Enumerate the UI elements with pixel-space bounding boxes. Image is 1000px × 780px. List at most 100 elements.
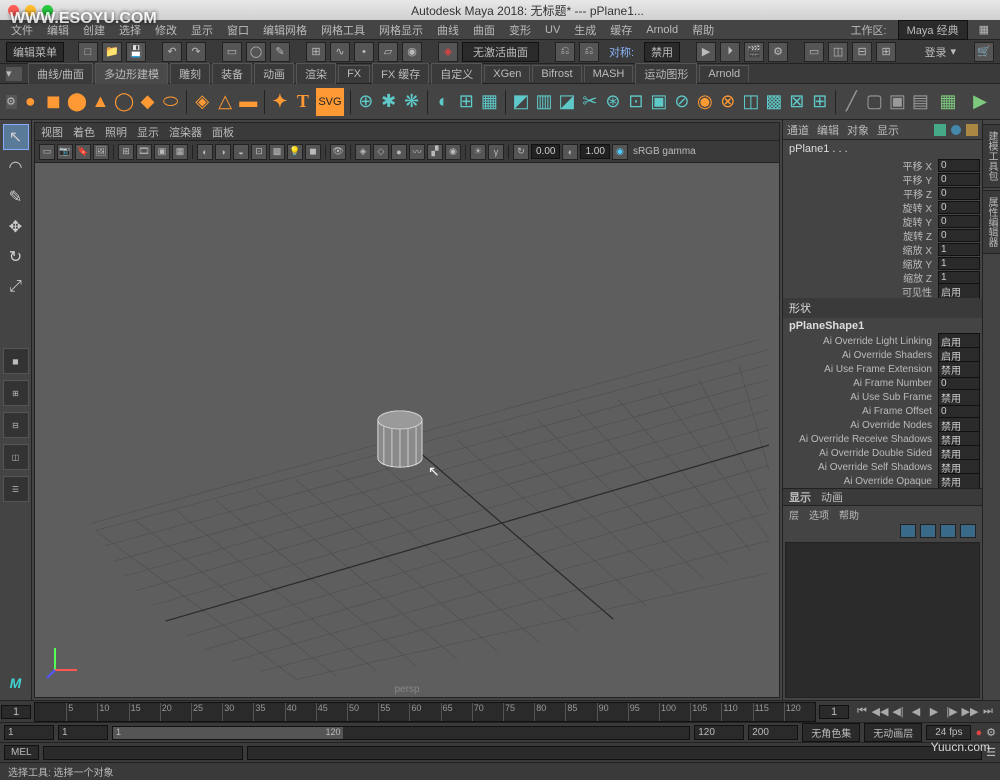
svg-tool-icon[interactable]: SVG	[316, 88, 343, 116]
current-frame-right[interactable]: 1	[819, 705, 849, 719]
bevel-icon[interactable]: ◪	[557, 88, 576, 116]
vp-contrast-icon[interactable]: ◐	[562, 144, 578, 160]
layer-btn4[interactable]	[960, 524, 976, 538]
ch-icon1[interactable]	[934, 124, 946, 136]
viewport[interactable]: ↖ persp	[35, 163, 779, 697]
menu-帮助[interactable]: 帮助	[687, 20, 719, 40]
attr-value[interactable]: 1	[938, 257, 980, 270]
menu-UV[interactable]: UV	[540, 22, 565, 38]
snap-grid-icon[interactable]: ⊞	[306, 42, 326, 62]
vp-cam-icon[interactable]: 📷	[57, 144, 73, 160]
history-icon[interactable]: ⎌	[555, 42, 575, 62]
poly-platonic-icon[interactable]: ◈	[193, 88, 212, 116]
shelf-tab-7[interactable]: FX 缓存	[372, 63, 429, 84]
shelf-tab-9[interactable]: XGen	[484, 65, 530, 82]
fps-select[interactable]: 24 fps	[926, 725, 971, 740]
select-mode-icon[interactable]: ▭	[222, 42, 242, 62]
layer-btn1[interactable]	[900, 524, 916, 538]
attr-value[interactable]: 禁用	[938, 389, 980, 406]
paint-tool[interactable]: ✎	[3, 184, 29, 210]
poly-type-icon[interactable]: ✦	[270, 88, 289, 116]
vp-texture-icon[interactable]: ▩	[269, 144, 285, 160]
snap-curve-icon[interactable]: ∿	[330, 42, 350, 62]
vtab-attr[interactable]: 属性编辑器	[982, 190, 1000, 254]
panel-layout4-icon[interactable]: ⊞	[876, 42, 896, 62]
live-surface-icon[interactable]: ◈	[438, 42, 458, 62]
range-end-outer[interactable]: 200	[748, 725, 798, 740]
vp-menu-面板[interactable]: 面板	[212, 124, 234, 140]
redo-icon[interactable]: ↷	[186, 42, 206, 62]
current-frame-left[interactable]: 1	[1, 705, 31, 719]
menu-网格显示[interactable]: 网格显示	[374, 20, 428, 40]
multicut-icon[interactable]: ✂	[580, 88, 599, 116]
uv2-icon[interactable]: ▢	[865, 88, 884, 116]
attr-value[interactable]: 0	[938, 187, 980, 200]
combine-icon[interactable]: ⊕	[356, 88, 375, 116]
prev-key-icon[interactable]: ◀|	[890, 704, 906, 720]
shelf-tab-1[interactable]: 多边形建模	[95, 63, 168, 84]
poly-plane-icon[interactable]: ◆	[138, 88, 157, 116]
object-name[interactable]: pPlane1 . . .	[783, 140, 982, 158]
menu-Arnold[interactable]: Arnold	[641, 22, 683, 38]
scale-tool[interactable]: ⤢	[3, 274, 29, 300]
layer-menu-帮助[interactable]: 帮助	[839, 507, 859, 522]
mirror-icon[interactable]: ◐	[434, 88, 453, 116]
prefs-icon[interactable]: ⚙	[986, 726, 996, 739]
vp-motion-icon[interactable]: 〰	[409, 144, 425, 160]
move-tool[interactable]: ✥	[3, 214, 29, 240]
vp-ao-icon[interactable]: ●	[391, 144, 407, 160]
menu-曲线[interactable]: 曲线	[432, 20, 464, 40]
type-tool-icon[interactable]: T	[293, 88, 312, 116]
time-slider[interactable]: 1 51015202530354045505560657075808590951…	[0, 700, 1000, 722]
layer-btn3[interactable]	[940, 524, 956, 538]
trail2-icon[interactable]: ▶	[966, 88, 994, 116]
layout-two-h[interactable]: ⊟	[3, 412, 29, 438]
new-scene-icon[interactable]: □	[78, 42, 98, 62]
vp-xray2-icon[interactable]: ◇	[373, 144, 389, 160]
goto-end-icon[interactable]: ⏭	[980, 704, 996, 720]
cmd-input[interactable]	[43, 746, 243, 760]
vp-expose-icon[interactable]: ☀	[470, 144, 486, 160]
menu-生成[interactable]: 生成	[569, 20, 601, 40]
animlayer-select[interactable]: 无动画层	[864, 723, 922, 742]
workspace-cfg-icon[interactable]: ▦	[974, 21, 994, 38]
shelf-tab-10[interactable]: Bifrost	[532, 65, 581, 82]
uv4-icon[interactable]: ▤	[911, 88, 930, 116]
shelf-tab-0[interactable]: 曲线/曲面	[28, 63, 93, 84]
ch-tab-通道[interactable]: 通道	[787, 122, 809, 138]
marketplace-icon[interactable]: 🛒	[974, 42, 994, 62]
menu-编辑网格[interactable]: 编辑网格	[258, 20, 312, 40]
vp-menu-显示[interactable]: 显示	[137, 124, 159, 140]
menu-显示[interactable]: 显示	[186, 20, 218, 40]
vp-menu-着色[interactable]: 着色	[73, 124, 95, 140]
layout-outliner[interactable]: ☰	[3, 476, 29, 502]
poly-torus-icon[interactable]: ◯	[114, 88, 134, 116]
attr-value[interactable]: 1	[938, 243, 980, 256]
range-start-inner[interactable]: 1	[58, 725, 108, 740]
vp-isolate-icon[interactable]: 👁	[330, 144, 346, 160]
shelf-tab-11[interactable]: MASH	[584, 65, 634, 82]
boolean-icon[interactable]: ⊘	[672, 88, 691, 116]
shelf-tab-5[interactable]: 渲染	[296, 63, 336, 84]
layout-four[interactable]: ⊞	[3, 380, 29, 406]
render-globals-icon[interactable]: ⚙	[768, 42, 788, 62]
shelf-tab-3[interactable]: 装备	[212, 63, 252, 84]
poly-pyramid-icon[interactable]: △	[216, 88, 235, 116]
append-icon[interactable]: ⊞	[810, 88, 829, 116]
symmetry-value[interactable]: 禁用	[644, 42, 680, 62]
disp-tab-0[interactable]: 显示	[789, 489, 811, 505]
menu-曲面[interactable]: 曲面	[468, 20, 500, 40]
retopo-icon[interactable]: ⊠	[787, 88, 806, 116]
poly-sphere-icon[interactable]: ●	[21, 88, 40, 116]
ipr-icon[interactable]: ⏵	[720, 42, 740, 62]
vp-res-icon[interactable]: ▦	[172, 144, 188, 160]
ch-icon2[interactable]	[950, 124, 962, 136]
save-scene-icon[interactable]: 💾	[126, 42, 146, 62]
panel-layout3-icon[interactable]: ⊟	[852, 42, 872, 62]
layout-two-v[interactable]: ◫	[3, 444, 29, 470]
vp-dof-icon[interactable]: ◉	[445, 144, 461, 160]
vp-exposure-field[interactable]: 0.00	[531, 144, 560, 159]
vp-menu-渲染器[interactable]: 渲染器	[169, 124, 202, 140]
history2-icon[interactable]: ⎌	[579, 42, 599, 62]
sculpt1-icon[interactable]: ◉	[695, 88, 714, 116]
